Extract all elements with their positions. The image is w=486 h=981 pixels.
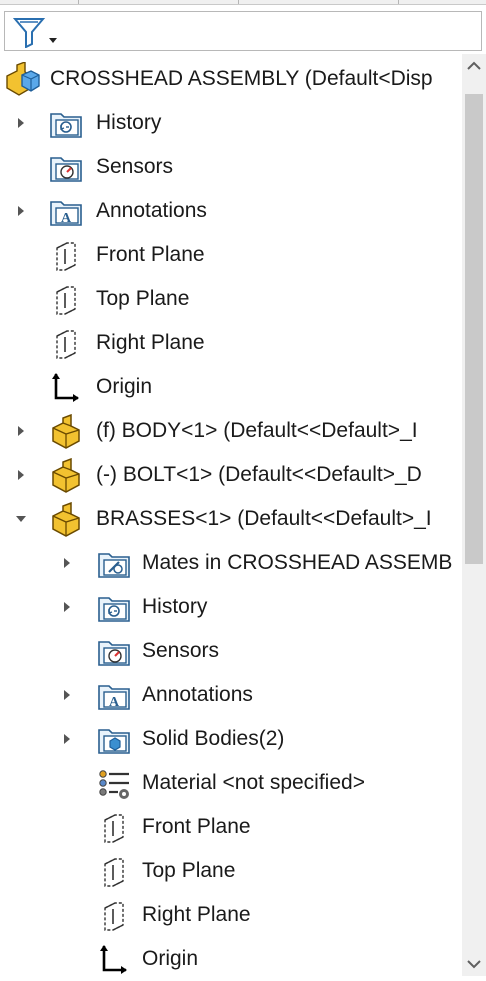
tree-item-label: Right Plane <box>96 331 205 354</box>
tree-root-item[interactable]: CROSSHEAD ASSEMBLY (Default<Disp <box>0 58 462 102</box>
mates-folder-icon <box>96 546 132 582</box>
tree-child-item[interactable]: Right Plane <box>0 894 462 938</box>
origin-icon <box>48 370 84 406</box>
svg-text:A: A <box>109 695 120 710</box>
tree-child-item[interactable]: Origin <box>0 938 462 976</box>
tree-item[interactable]: Origin <box>0 366 462 410</box>
material-icon <box>96 766 132 802</box>
expand-arrow-icon[interactable] <box>14 204 28 218</box>
tree-item-label: Sensors <box>142 639 220 662</box>
tree-item[interactable]: (f) BODY<1> (Default<<Default>_I <box>0 410 462 454</box>
tree-item-label: Annotations <box>96 199 207 222</box>
tree-item[interactable]: History <box>0 102 462 146</box>
tree-child-item[interactable]: Mates in CROSSHEAD ASSEMB <box>0 542 462 586</box>
filter-icon <box>12 18 57 49</box>
tree-child-item[interactable]: A Annotations <box>0 674 462 718</box>
tree-item-label: BRASSES<1> (Default<<Default>_I <box>96 507 432 530</box>
tree-item[interactable]: A Annotations <box>0 190 462 234</box>
expand-arrow-icon[interactable] <box>60 600 74 614</box>
expand-arrow-icon[interactable] <box>14 424 28 438</box>
tree-child-item[interactable]: Top Plane <box>0 850 462 894</box>
svg-text:A: A <box>61 211 72 226</box>
tree-item-label: Front Plane <box>96 243 205 266</box>
scrollbar-thumb[interactable] <box>465 94 483 564</box>
scroll-down-icon[interactable] <box>462 952 486 976</box>
plane-icon <box>48 326 84 362</box>
tree-item-label: Solid Bodies(2) <box>142 727 285 750</box>
plane-icon <box>96 898 132 934</box>
filter-box[interactable] <box>4 11 482 51</box>
top-tab-segment[interactable] <box>0 0 79 4</box>
tree-item-label: Origin <box>96 375 153 398</box>
tree-child-item[interactable]: Sensors <box>0 630 462 674</box>
tree-child-item[interactable]: Solid Bodies(2) <box>0 718 462 762</box>
plane-icon <box>48 238 84 274</box>
tree-item[interactable]: BRASSES<1> (Default<<Default>_I <box>0 498 462 542</box>
tree-item-label: CROSSHEAD ASSEMBLY (Default<Disp <box>50 67 433 90</box>
tree-item-label: Material <not specified> <box>142 771 365 794</box>
tree-item-label: Origin <box>142 947 199 970</box>
filter-button[interactable] <box>12 16 63 49</box>
assembly-icon <box>4 62 40 98</box>
tree-item-label: Annotations <box>142 683 253 706</box>
tree-item-label: Mates in CROSSHEAD ASSEMB <box>142 551 453 574</box>
expand-arrow-icon[interactable] <box>60 556 74 570</box>
annotations-folder-icon: A <box>96 678 132 714</box>
sensors-folder-icon <box>48 150 84 186</box>
scroll-up-icon[interactable] <box>462 54 486 78</box>
tree-item[interactable]: Sensors <box>0 146 462 190</box>
history-folder-icon <box>96 590 132 626</box>
annotations-folder-icon: A <box>48 194 84 230</box>
tree-item-label: Top Plane <box>96 287 190 310</box>
tree-item[interactable]: Right Plane <box>0 322 462 366</box>
tree-item-label: (f) BODY<1> (Default<<Default>_I <box>96 419 418 442</box>
expand-arrow-icon[interactable] <box>14 468 28 482</box>
tree-child-item[interactable]: History <box>0 586 462 630</box>
expand-arrow-icon[interactable] <box>60 732 74 746</box>
tree-item-label: History <box>142 595 208 618</box>
vertical-scrollbar[interactable] <box>462 54 486 976</box>
top-tab-segment[interactable] <box>239 0 399 4</box>
plane-icon <box>48 282 84 318</box>
part-icon <box>48 458 84 494</box>
feature-tree: CROSSHEAD ASSEMBLY (Default<Disp History S… <box>0 54 462 976</box>
tree-item[interactable]: Top Plane <box>0 278 462 322</box>
top-tab-segment[interactable] <box>79 0 239 4</box>
part-icon <box>48 414 84 450</box>
expand-arrow-icon[interactable] <box>14 116 28 130</box>
collapse-arrow-icon[interactable] <box>14 512 28 526</box>
tree-item-label: Top Plane <box>142 859 236 882</box>
plane-icon <box>96 854 132 890</box>
tree-item[interactable]: (-) BOLT<1> (Default<<Default>_D <box>0 454 462 498</box>
tree-item-label: History <box>96 111 162 134</box>
solid-bodies-folder-icon <box>96 722 132 758</box>
tree-item[interactable]: Front Plane <box>0 234 462 278</box>
tree-child-item[interactable]: Front Plane <box>0 806 462 850</box>
tree-item-label: Right Plane <box>142 903 251 926</box>
history-folder-icon <box>48 106 84 142</box>
dropdown-arrow-icon <box>49 38 57 43</box>
tree-item-label: Sensors <box>96 155 174 178</box>
plane-icon <box>96 810 132 846</box>
sensors-folder-icon <box>96 634 132 670</box>
origin-icon <box>96 942 132 976</box>
tree-child-item[interactable]: Material <not specified> <box>0 762 462 806</box>
tree-item-label: Front Plane <box>142 815 251 838</box>
tree-item-label: (-) BOLT<1> (Default<<Default>_D <box>96 463 422 486</box>
filter-bar <box>0 5 486 54</box>
part-icon <box>48 502 84 538</box>
expand-arrow-icon[interactable] <box>60 688 74 702</box>
